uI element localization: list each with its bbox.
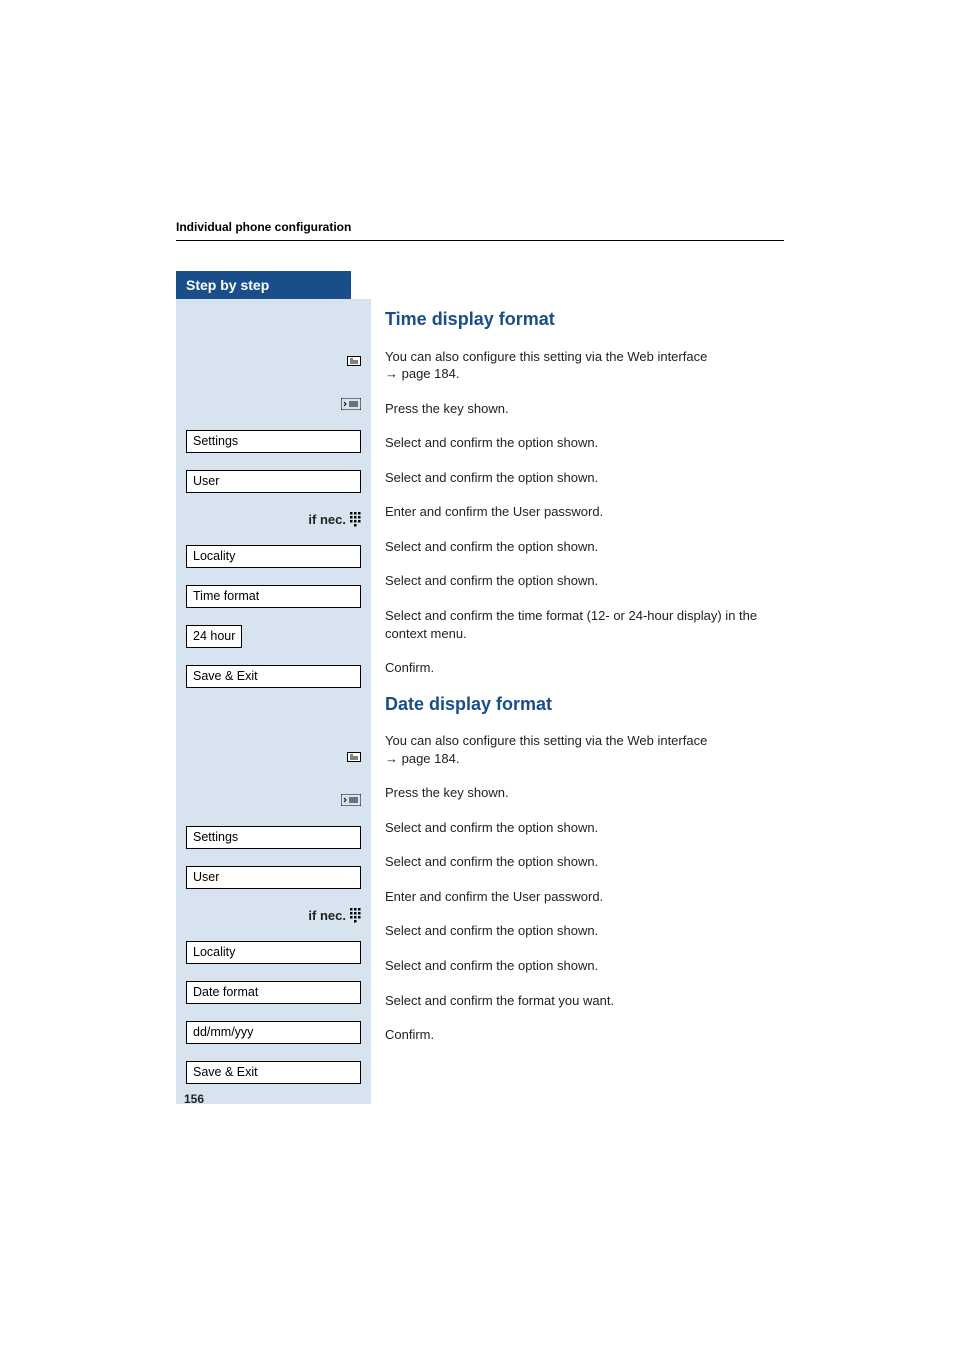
section-heading: Time display format bbox=[385, 309, 784, 331]
step-description: Select and confirm the option shown. bbox=[385, 957, 784, 975]
step-description: Enter and confirm the User password. bbox=[385, 888, 784, 906]
step-description: Select and confirm the option shown. bbox=[385, 434, 784, 452]
step-description: Select and confirm the option shown. bbox=[385, 572, 784, 590]
if-nec-prefix: if nec. bbox=[308, 512, 346, 527]
right-column: Time display format You can also configur… bbox=[371, 299, 784, 1104]
menu-option: Save & Exit bbox=[186, 1061, 361, 1084]
step-description: Select and confirm the option shown. bbox=[385, 819, 784, 837]
menu-list-icon bbox=[341, 794, 361, 806]
step-description: Select and confirm the option shown. bbox=[385, 922, 784, 940]
step-description: Select and confirm the option shown. bbox=[385, 853, 784, 871]
if-nec-row: if nec. bbox=[186, 510, 361, 528]
spacer bbox=[186, 705, 361, 723]
step-by-step-header: Step by step bbox=[176, 271, 351, 299]
section-heading: Date display format bbox=[385, 694, 784, 716]
key-icon-row bbox=[186, 395, 361, 413]
step-description: Select and confirm the option shown. bbox=[385, 538, 784, 556]
menu-option: Date format bbox=[186, 981, 361, 1004]
menu-option: Locality bbox=[186, 545, 361, 568]
menu-option: User bbox=[186, 866, 361, 889]
menu-list-icon bbox=[341, 398, 361, 410]
menu-option: Locality bbox=[186, 941, 361, 964]
horizontal-rule bbox=[176, 240, 784, 241]
menu-option: Time format bbox=[186, 585, 361, 608]
step-description: Select and confirm the time format (12- … bbox=[385, 607, 784, 642]
menu-option: Save & Exit bbox=[186, 665, 361, 688]
menu-option: 24 hour bbox=[186, 625, 242, 648]
if-nec-row: if nec. bbox=[186, 906, 361, 924]
web-interface-note: You can also configure this setting via … bbox=[385, 348, 784, 383]
step-description: Press the key shown. bbox=[385, 400, 784, 418]
menu-option: Settings bbox=[186, 826, 361, 849]
step-description: Select and confirm the format you want. bbox=[385, 992, 784, 1010]
web-interface-icon bbox=[347, 356, 361, 366]
step-description: Press the key shown. bbox=[385, 784, 784, 802]
spacer bbox=[186, 309, 361, 327]
section-label: Individual phone configuration bbox=[176, 220, 784, 240]
web-icon-row bbox=[186, 740, 361, 774]
menu-option: Settings bbox=[186, 430, 361, 453]
menu-option: dd/mm/yyy bbox=[186, 1021, 361, 1044]
keypad-icon bbox=[350, 908, 361, 923]
web-icon-row bbox=[186, 344, 361, 378]
if-nec-prefix: if nec. bbox=[308, 908, 346, 923]
key-icon-row bbox=[186, 791, 361, 809]
step-description: Enter and confirm the User password. bbox=[385, 503, 784, 521]
left-column: Settings User if nec. Locality Time format 24… bbox=[176, 299, 371, 1104]
keypad-icon bbox=[350, 512, 361, 527]
web-interface-icon bbox=[347, 752, 361, 762]
step-description: Select and confirm the option shown. bbox=[385, 469, 784, 487]
step-description: Confirm. bbox=[385, 659, 784, 677]
step-description: Confirm. bbox=[385, 1026, 784, 1044]
content-columns: Settings User if nec. Locality Time format 24… bbox=[176, 299, 784, 1104]
page: Individual phone configuration Step by s… bbox=[0, 0, 954, 1351]
web-interface-note: You can also configure this setting via … bbox=[385, 732, 784, 767]
menu-option: User bbox=[186, 470, 361, 493]
running-header: Individual phone configuration bbox=[176, 220, 784, 241]
page-number: 156 bbox=[184, 1092, 204, 1106]
